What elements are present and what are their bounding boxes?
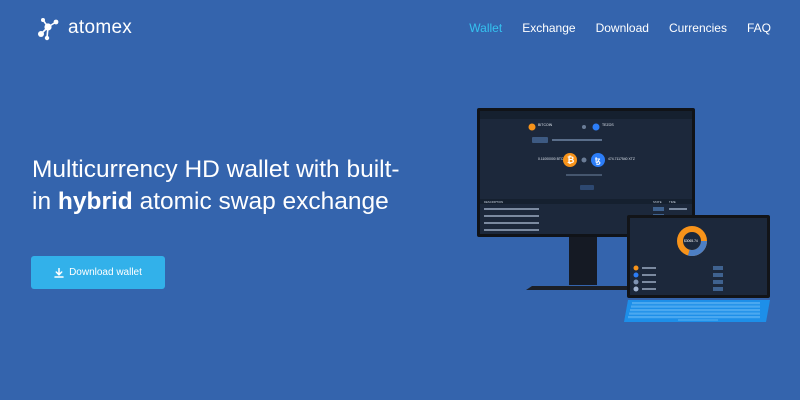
receive-amount: 474.7117540 XTZ — [608, 157, 635, 161]
table-header-description: DESCRIPTION — [484, 200, 503, 204]
device-illustration: BITCOIN TEZOS 0.11000000 BTC ₿ ꜩ 474.711… — [477, 108, 770, 322]
nav-currencies[interactable]: Currencies — [669, 21, 727, 35]
table-header-time: TIME — [669, 200, 676, 204]
monitor-base — [526, 286, 636, 290]
bitcoin-icon — [528, 123, 536, 131]
hero-title-part2: atomic swap exchange — [132, 187, 389, 215]
keyboard-trackpad — [678, 319, 718, 321]
top-navbar: atomex Wallet Exchange Download Currenci… — [0, 0, 800, 56]
swap-from-label: BITCOIN — [538, 123, 553, 127]
brand-logo[interactable]: atomex — [34, 14, 132, 42]
hero-title: Multicurrency HD wallet with built-in hy… — [32, 154, 402, 218]
svg-text:₿: ₿ — [567, 155, 574, 165]
send-amount: 0.11000000 BTC — [538, 157, 564, 161]
atom-nodes-icon — [38, 18, 59, 41]
portfolio-value: $3065.74 — [684, 239, 698, 243]
hero-title-bold: hybrid — [57, 187, 133, 215]
tezos-icon — [592, 123, 600, 131]
svg-text:ꜩ: ꜩ — [595, 156, 601, 165]
swap-to-label: TEZOS — [602, 123, 614, 127]
download-button-label: Download wallet — [69, 267, 142, 278]
nav-exchange[interactable]: Exchange — [522, 21, 575, 35]
nav-faq[interactable]: FAQ — [747, 21, 771, 35]
nav-wallet[interactable]: Wallet — [469, 21, 502, 35]
download-icon — [54, 267, 64, 278]
nav-menu: Wallet Exchange Download Currencies FAQ — [469, 21, 771, 35]
nav-download[interactable]: Download — [596, 21, 649, 35]
monitor-stand — [569, 233, 597, 285]
table-header-state: STATE — [653, 200, 662, 204]
swap-arrows-icon — [582, 125, 586, 129]
brand-name: atomex — [68, 17, 133, 38]
download-wallet-button[interactable]: Download wallet — [31, 256, 165, 289]
